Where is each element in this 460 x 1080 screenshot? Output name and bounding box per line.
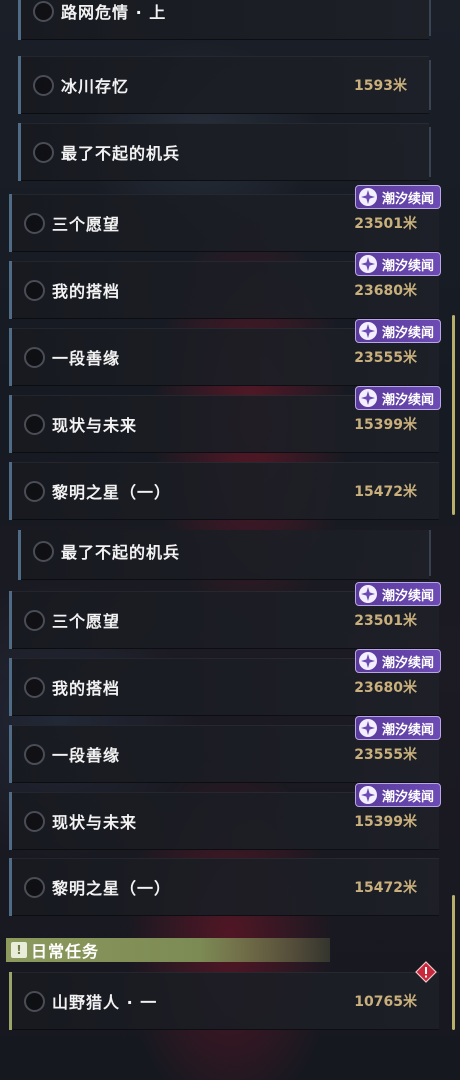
quest-name: 最了不起的机兵 [61, 144, 181, 163]
quest-row[interactable]: 潮汐续闻 一段善缘 23555米 [9, 319, 441, 386]
quest-name: 冰川存忆 [61, 77, 130, 96]
quest-name: 现状与未来 [52, 813, 138, 832]
quest-row[interactable]: 最了不起的机兵 [18, 530, 431, 580]
event-badge-label: 潮汐续闻 [381, 588, 434, 604]
quest-name: 黎明之星（一） [52, 483, 172, 502]
quest-row[interactable]: 路网危情 · 上 [18, 0, 431, 40]
event-badge: 潮汐续闻 [354, 649, 441, 673]
quest-distance: 23555米 [354, 350, 417, 366]
quest-distance: 23680米 [354, 680, 417, 696]
quest-row[interactable]: 潮汐续闻 我的搭档 23680米 [9, 649, 441, 716]
quest-name: 一段善缘 [52, 349, 121, 368]
section-header-daily[interactable]: ! 日常任务 [6, 938, 330, 962]
event-badge-label: 潮汐续闻 [381, 655, 434, 671]
exclamation-icon: ! [11, 942, 27, 958]
quest-name: 黎明之星（一） [52, 879, 172, 898]
circle-checkbox-icon[interactable] [33, 541, 54, 562]
quest-distance: 15399米 [354, 814, 417, 830]
quest-name: 我的搭档 [52, 679, 121, 698]
event-badge: 潮汐续闻 [354, 716, 441, 740]
quest-distance: 23680米 [354, 283, 417, 299]
event-badge-label: 潮汐续闻 [381, 191, 434, 207]
quest-name: 一段善缘 [52, 746, 121, 765]
quest-name: 三个愿望 [52, 215, 121, 234]
event-badge: 潮汐续闻 [354, 582, 441, 606]
sparkle-star-icon [358, 719, 377, 737]
sparkle-star-icon [358, 322, 377, 340]
quest-row[interactable]: 潮汐续闻 三个愿望 23501米 [9, 185, 441, 252]
circle-checkbox-icon[interactable] [33, 142, 54, 163]
quest-name: 最了不起的机兵 [61, 543, 181, 562]
quest-name: 我的搭档 [52, 282, 121, 301]
quest-row[interactable]: 潮汐续闻 一段善缘 23555米 [9, 716, 441, 783]
diamond-alert-icon [415, 961, 437, 983]
quest-distance: 1593米 [354, 78, 407, 94]
circle-checkbox-icon[interactable] [24, 811, 45, 832]
event-badge: 潮汐续闻 [354, 783, 441, 807]
quest-name: 三个愿望 [52, 612, 121, 631]
event-badge: 潮汐续闻 [354, 185, 441, 209]
circle-checkbox-icon[interactable] [24, 481, 45, 502]
sparkle-star-icon [358, 188, 377, 206]
quest-row[interactable]: 潮汐续闻 我的搭档 23680米 [9, 252, 441, 319]
sparkle-star-icon [358, 585, 377, 603]
event-badge-label: 潮汐续闻 [381, 392, 434, 408]
quest-row[interactable]: 冰川存忆 1593米 [18, 56, 431, 114]
sparkle-star-icon [358, 652, 377, 670]
quest-row[interactable]: 潮汐续闻 三个愿望 23501米 [9, 582, 441, 649]
quest-row[interactable]: 山野猎人 · 一 10765米 [9, 961, 439, 1030]
quest-row[interactable]: 黎明之星（一） 15472米 [9, 858, 439, 916]
circle-checkbox-icon[interactable] [24, 610, 45, 631]
event-badge-label: 潮汐续闻 [381, 325, 434, 341]
event-badge: 潮汐续闻 [354, 386, 441, 410]
quest-distance: 10765米 [354, 994, 417, 1010]
quest-distance: 23501米 [354, 216, 417, 232]
circle-checkbox-icon[interactable] [24, 414, 45, 435]
circle-checkbox-icon[interactable] [24, 991, 45, 1012]
quest-row[interactable]: 潮汐续闻 现状与未来 15399米 [9, 386, 441, 453]
quest-distance: 15399米 [354, 417, 417, 433]
quest-list-top: 路网危情 · 上 冰川存忆 1593米 最了不起的机兵 潮汐续闻 三个愿望 23… [0, 0, 460, 530]
circle-checkbox-icon[interactable] [24, 347, 45, 368]
section-title: 日常任务 [31, 942, 100, 961]
scrollbar[interactable] [452, 895, 455, 1030]
quest-name: 山野猎人 · 一 [52, 993, 158, 1012]
circle-checkbox-icon[interactable] [24, 877, 45, 898]
sparkle-star-icon [358, 389, 377, 407]
quest-distance: 23501米 [354, 613, 417, 629]
sparkle-star-icon [358, 786, 377, 804]
circle-checkbox-icon[interactable] [24, 213, 45, 234]
sparkle-star-icon [358, 255, 377, 273]
circle-checkbox-icon[interactable] [33, 75, 54, 96]
quest-name: 路网危情 · 上 [61, 3, 167, 22]
circle-checkbox-icon[interactable] [24, 280, 45, 301]
event-badge-label: 潮汐续闻 [381, 789, 434, 805]
circle-checkbox-icon[interactable] [33, 1, 54, 22]
event-badge-label: 潮汐续闻 [381, 258, 434, 274]
quest-distance: 15472米 [354, 880, 417, 896]
event-badge: 潮汐续闻 [354, 252, 441, 276]
quest-distance: 15472米 [354, 484, 417, 500]
quest-list-bottom: 最了不起的机兵 潮汐续闻 三个愿望 23501米 潮汐续闻 我的搭档 23680… [0, 530, 460, 1080]
quest-row[interactable]: 最了不起的机兵 [18, 123, 431, 181]
quest-row[interactable]: 黎明之星（一） 15472米 [9, 462, 439, 520]
circle-checkbox-icon[interactable] [24, 677, 45, 698]
circle-checkbox-icon[interactable] [24, 744, 45, 765]
quest-distance: 23555米 [354, 747, 417, 763]
event-badge-label: 潮汐续闻 [381, 722, 434, 738]
quest-row[interactable]: 潮汐续闻 现状与未来 15399米 [9, 783, 441, 850]
event-badge: 潮汐续闻 [354, 319, 441, 343]
scrollbar[interactable] [452, 315, 455, 515]
quest-name: 现状与未来 [52, 416, 138, 435]
